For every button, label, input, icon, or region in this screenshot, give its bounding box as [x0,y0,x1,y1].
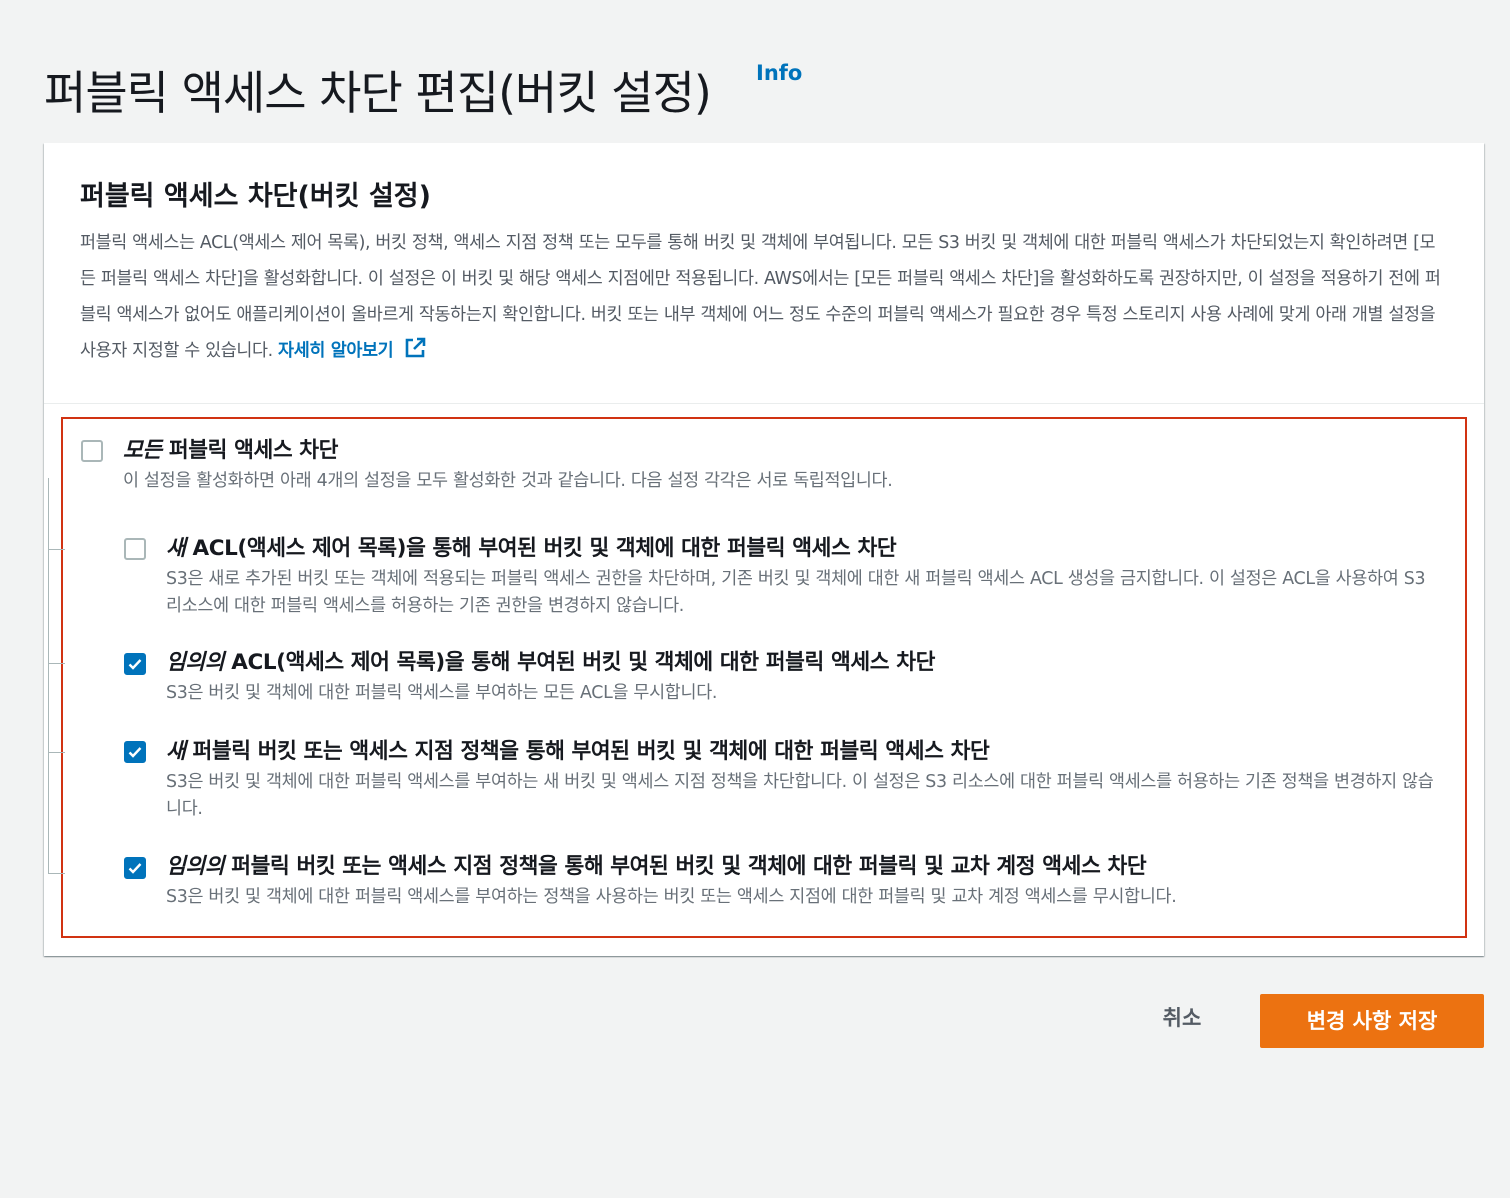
option-new-acl-label: 새 ACL(액세스 제어 목록)을 통해 부여된 버킷 및 객체에 대한 퍼블릭… [166,534,897,564]
option-label-em: 임의의 [166,650,225,675]
tree-tick [49,549,65,550]
option-any-policy-description: S3은 버킷 및 객체에 대한 퍼블릭 액세스를 부여하는 정책을 사용하는 버… [166,887,1177,907]
block-all-label: 모든 퍼블릭 액세스 차단 [123,436,338,466]
block-all-checkbox[interactable] [81,440,103,462]
block-all-label-em: 모든 [123,438,162,463]
external-link-icon [403,336,427,373]
checkmark-icon [128,863,142,874]
option-any-policy-label: 임의의 퍼블릭 버킷 또는 액세스 지점 정책을 통해 부여된 버킷 및 객체에… [166,852,1147,882]
option-label-em: 임의의 [166,854,225,879]
learn-more-label: 자세히 알아보기 [278,341,394,361]
option-label-em: 새 [166,536,186,561]
cancel-button[interactable]: 취소 [1130,996,1234,1040]
option-new-acl-checkbox[interactable] [124,538,146,560]
option-label-text: 퍼블릭 버킷 또는 액세스 지점 정책을 통해 부여된 버킷 및 객체에 대한 … [185,739,990,764]
tree-connector [48,478,49,874]
section-description: 퍼블릭 액세스는 ACL(액세스 제어 목록), 버킷 정책, 액세스 지점 정… [80,225,1450,373]
option-any-acl-label: 임의의 ACL(액세스 제어 목록)을 통해 부여된 버킷 및 객체에 대한 퍼… [166,648,935,678]
tree-tick [49,752,65,753]
option-label-text: ACL(액세스 제어 목록)을 통해 부여된 버킷 및 객체에 대한 퍼블릭 액… [185,536,897,561]
info-link[interactable]: Info [756,58,802,88]
option-any-acl-description: S3은 버킷 및 객체에 대한 퍼블릭 액세스를 부여하는 모든 ACL을 무시… [166,683,718,703]
page-title: 퍼블릭 액세스 차단 편집(버킷 설정) [44,65,712,120]
option-new-acl-description: S3은 새로 추가된 버킷 또는 객체에 적용되는 퍼블릭 액세스 권한을 차단… [166,569,1426,616]
option-label-text: 퍼블릭 버킷 또는 액세스 지점 정책을 통해 부여된 버킷 및 객체에 대한 … [224,854,1147,879]
option-new-policy-label: 새 퍼블릭 버킷 또는 액세스 지점 정책을 통해 부여된 버킷 및 객체에 대… [166,737,990,767]
panel-header: 퍼블릭 액세스 차단(버킷 설정) 퍼블릭 액세스는 ACL(액세스 제어 목록… [44,143,1484,404]
option-any-policy-checkbox[interactable] [124,857,146,879]
option-new-policy-description: S3은 버킷 및 객체에 대한 퍼블릭 액세스를 부여하는 새 버킷 및 액세스… [166,772,1434,819]
option-new-policy-checkbox[interactable] [124,741,146,763]
option-label-em: 새 [166,739,186,764]
block-all-label-text: 퍼블릭 액세스 차단 [161,438,339,463]
section-title: 퍼블릭 액세스 차단(버킷 설정) [80,181,431,212]
checkmark-icon [128,747,142,758]
save-changes-button[interactable]: 변경 사항 저장 [1260,994,1484,1048]
learn-more-link[interactable]: 자세히 알아보기 [278,337,427,361]
tree-tick [49,873,65,874]
block-all-description: 이 설정을 활성화하면 아래 4개의 설정을 모두 활성화한 것과 같습니다. … [123,471,893,491]
checkmark-icon [128,659,142,670]
option-any-acl-checkbox[interactable] [124,653,146,675]
option-label-text: ACL(액세스 제어 목록)을 통해 부여된 버킷 및 객체에 대한 퍼블릭 액… [224,650,935,675]
tree-tick [49,663,65,664]
